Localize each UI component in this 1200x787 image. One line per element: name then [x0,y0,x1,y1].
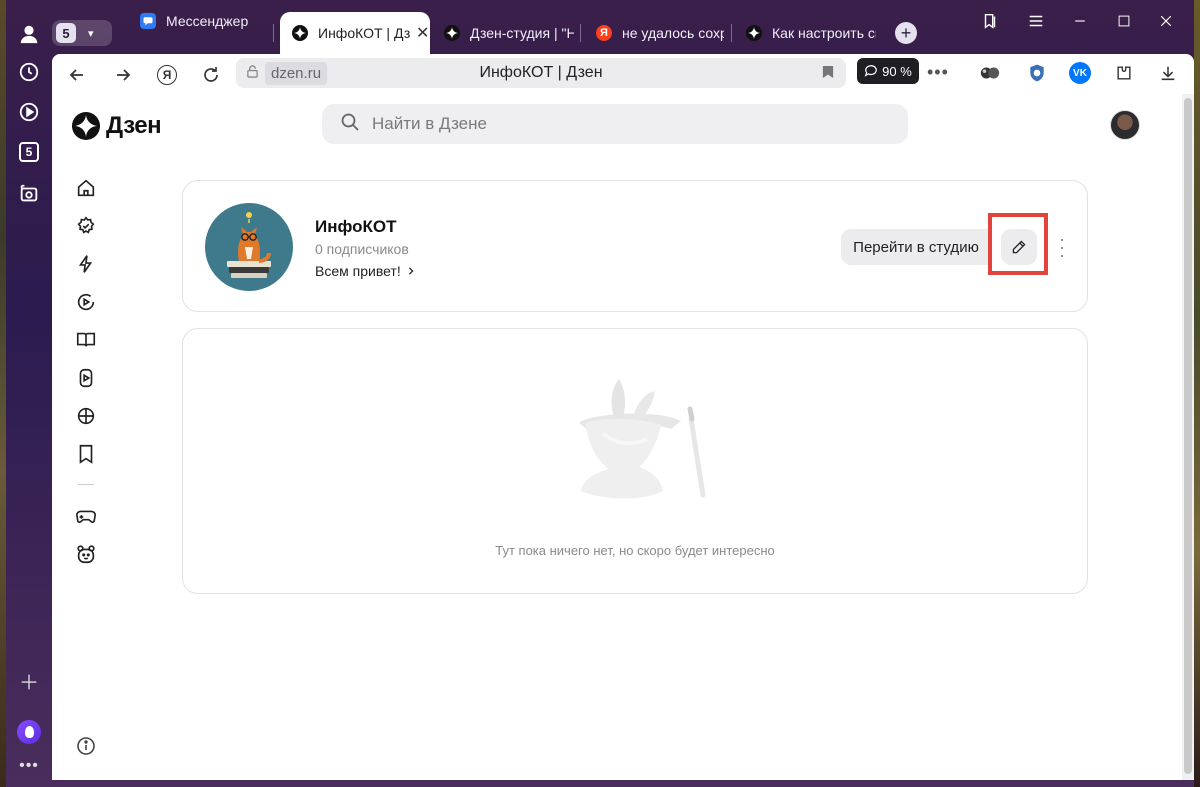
collections-icon[interactable] [970,8,1010,34]
news-icon[interactable] [72,402,100,430]
search-input[interactable]: Найти в Дзене [322,104,908,144]
nav-divider [78,484,94,485]
extension-puzzle-icon[interactable] [1112,61,1136,85]
channel-avatar[interactable] [205,203,293,291]
cat-on-books-image [227,212,271,278]
maximize-icon[interactable] [1104,8,1144,34]
close-tab-icon[interactable]: ✕ [416,23,429,43]
video-play-icon[interactable] [15,98,43,126]
subscriptions-icon[interactable] [72,212,100,240]
user-avatar[interactable] [1110,110,1140,140]
tab-infokot[interactable]: ИнфоКОТ | Дзе ✕ [280,12,430,54]
kids-bear-icon[interactable] [72,540,100,568]
address-bar[interactable]: dzen.ru ИнфоКОТ | Дзен [236,58,846,88]
home-icon[interactable] [72,174,100,202]
zoom-badge[interactable]: 90 % [857,58,919,84]
video-icon[interactable] [72,288,100,316]
browser-window: Я dzen.ru ИнфоКОТ | Дзен 90 % ••• VK Дзе… [52,54,1194,780]
tab-how-to[interactable]: Как настроить сво [734,12,876,54]
channel-card: ИнфоКОТ 0 подписчиков Всем привет! Перей… [182,180,1088,312]
yandex-home-icon[interactable]: Я [152,60,182,90]
dzen-icon [292,25,308,41]
vk-icon[interactable]: VK [1068,61,1092,85]
alice-assistant-icon[interactable] [15,718,43,746]
info-icon[interactable] [74,734,98,758]
channel-description[interactable]: Всем привет! [315,263,415,279]
tab-dzen-studio[interactable]: Дзен-студия | "Не [432,12,574,54]
add-panel-icon[interactable] [15,668,43,696]
forward-icon[interactable] [108,60,138,90]
new-tab-button[interactable]: + [886,20,926,46]
screenshot-icon[interactable] [15,180,43,208]
history-icon[interactable] [15,58,43,86]
empty-feed-message: Тут пока ничего нет, но скоро будет инте… [495,543,775,558]
dzen-page: Дзен Найти в Дзене ИнфоКОТ 0 подписчиков… [52,94,1182,780]
subscriber-count: 0 подписчиков [315,241,409,257]
edit-button-highlight [988,213,1048,275]
go-to-studio-button[interactable]: Перейти в студию [841,229,991,265]
download-icon[interactable] [1156,61,1180,85]
tab-counter[interactable]: 5 ▾ [52,20,112,46]
more-options-icon[interactable]: ••• [927,62,949,83]
minimize-icon[interactable] [1060,8,1100,34]
articles-icon[interactable] [72,326,100,354]
dzen-logo[interactable]: Дзен [72,112,162,140]
extension-balls-icon[interactable] [978,61,1002,85]
lightning-icon[interactable] [72,250,100,278]
browser-toolbar: Я dzen.ru ИнфоКОТ | Дзен 90 % ••• VK [52,54,1194,94]
more-dots-icon[interactable]: ••• [15,752,43,780]
desktop-edge-right [1194,0,1200,787]
messenger-icon [140,13,156,29]
page-scrollbar[interactable] [1182,94,1194,780]
address-page-title: ИнфоКОТ | Дзен [479,64,603,81]
dzen-icon [444,25,460,41]
reload-icon[interactable] [196,60,226,90]
address-domain[interactable]: dzen.ru [265,61,328,85]
hamburger-menu-icon[interactable] [1016,8,1056,34]
tab-messenger[interactable]: Мессенджер [128,0,268,42]
scrollbar-thumb[interactable] [1184,98,1192,774]
games-icon[interactable] [72,502,100,530]
chat-bubble-icon [864,65,878,77]
dzen-logo-icon [72,112,100,140]
yandex-icon: Я [596,25,612,41]
counter-icon[interactable]: 5 [15,138,43,166]
search-icon [340,112,360,137]
close-window-icon[interactable] [1146,8,1186,34]
back-icon[interactable] [62,60,92,90]
dzen-icon [746,25,762,41]
tab-yandex-search[interactable]: Я не удалось сохра [584,12,724,54]
empty-feed-panel: Тут пока ничего нет, но скоро будет инте… [182,328,1088,594]
chevron-down-icon: ▾ [88,27,94,40]
magic-hat-illustration [579,379,706,499]
bookmarks-icon[interactable] [72,440,100,468]
lock-icon[interactable] [246,65,259,81]
channel-name[interactable]: ИнфоКОТ [315,217,397,237]
extension-shield-icon[interactable] [1025,61,1049,85]
browser-sidebar: 5 ••• [6,0,52,787]
plus-icon: + [895,22,917,44]
chevron-right-icon [408,267,414,275]
shorts-icon[interactable] [72,364,100,392]
bookmark-icon[interactable] [822,64,834,85]
profile-icon[interactable] [15,20,43,48]
kebab-menu-icon[interactable]: · · · [1059,230,1065,264]
